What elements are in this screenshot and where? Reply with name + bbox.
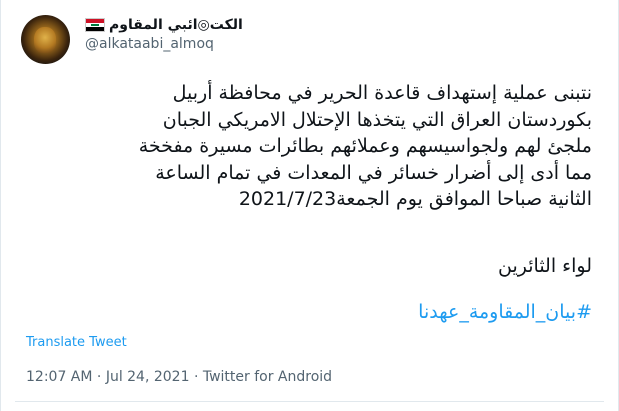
avatar-emblem bbox=[34, 27, 56, 53]
avatar[interactable] bbox=[21, 15, 70, 64]
meta-separator: · bbox=[189, 369, 203, 385]
tweet-text-line: مما أدى إلى أضرار خسائر في المعدات في تم… bbox=[155, 161, 592, 184]
author-handle[interactable]: @alkataabi_almoq bbox=[85, 36, 214, 52]
tweet-signature: لواء الثائرين bbox=[498, 255, 592, 277]
divider bbox=[15, 401, 604, 402]
tweet-card: الكت◎ائبي المقاوم @alkataabi_almoq نتبنى… bbox=[0, 0, 619, 411]
hashtag-link[interactable]: #بيان_المقاومة_عهدنا bbox=[418, 299, 592, 325]
tweet-text-line: الثانية صباحا الموافق يوم الجمعة2021/7/2… bbox=[238, 188, 592, 210]
tweet-text-line: بكوردستان العراق التي يتخذها الإحتلال ال… bbox=[162, 108, 592, 131]
iraq-flag-icon bbox=[85, 18, 105, 32]
meta-separator: · bbox=[92, 369, 106, 385]
author-name-row[interactable]: الكت◎ائبي المقاوم bbox=[85, 15, 243, 35]
tweet-time[interactable]: 12:07 AM bbox=[26, 369, 92, 385]
tweet-text: نتبنى عملية إستهداف قاعدة الحرير في محاف… bbox=[24, 80, 592, 213]
tweet-source[interactable]: Twitter for Android bbox=[203, 369, 332, 385]
tweet-meta: 12:07 AM · Jul 24, 2021 · Twitter for An… bbox=[26, 369, 332, 385]
tweet-text-line: نتبنى عملية إستهداف قاعدة الحرير في محاف… bbox=[172, 82, 592, 104]
translate-tweet-link[interactable]: Translate Tweet bbox=[26, 335, 127, 350]
author-display-name[interactable]: الكت◎ائبي المقاوم bbox=[109, 17, 243, 33]
tweet-text-line: ملجئ لهم ولجواسيسهم وعملائهم بطائرات مسي… bbox=[138, 135, 592, 157]
tweet-date[interactable]: Jul 24, 2021 bbox=[106, 369, 190, 385]
